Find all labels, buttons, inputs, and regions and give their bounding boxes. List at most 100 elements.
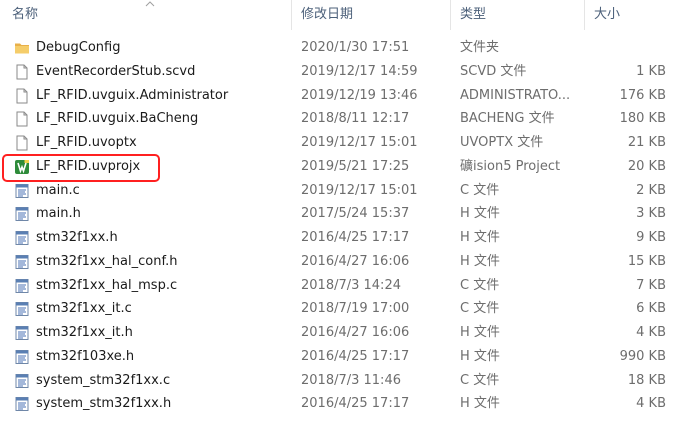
file-modified-date: 2018/7/3 11:46 xyxy=(301,372,401,388)
column-header-type[interactable]: 类型 xyxy=(460,0,486,30)
file-name: stm32f1xx_it.c xyxy=(36,301,132,317)
file-modified-date: 2018/8/11 12:17 xyxy=(301,111,410,127)
file-modified-date: 2019/12/17 14:59 xyxy=(301,63,418,79)
file-row[interactable]: system_stm32f1xx.c 2018/7/3 11:46 C 文件 18 K… xyxy=(0,369,689,393)
file-type: BACHENG 文件 xyxy=(460,111,555,127)
file-name: main.h xyxy=(36,206,81,222)
source-file-icon xyxy=(14,301,30,317)
file-size: 1 KB xyxy=(636,63,666,79)
file-icon xyxy=(14,64,30,80)
source-file-icon xyxy=(14,278,30,294)
file-name: LF_RFID.uvguix.BaCheng xyxy=(36,111,199,127)
file-row[interactable]: system_stm32f1xx.h 2016/4/25 17:17 H 文件 4 K… xyxy=(0,392,689,416)
file-type: 礦ision5 Project xyxy=(460,158,561,174)
column-header-name[interactable]: 名称 xyxy=(12,0,38,30)
file-name: system_stm32f1xx.h xyxy=(36,396,172,412)
file-name: main.c xyxy=(36,182,80,198)
file-name: stm32f1xx_it.h xyxy=(36,325,133,340)
file-type: SCVD 文件 xyxy=(460,63,527,79)
file-size: 9 KB xyxy=(636,230,666,245)
file-name: stm32f1xx_hal_msp.c xyxy=(36,277,178,293)
file-row[interactable]: stm32f1xx_hal_msp.c 2018/7/3 14:24 C 文件 7 K… xyxy=(0,274,689,298)
column-header-size[interactable]: 大小 xyxy=(594,0,620,30)
file-modified-date: 2020/1/30 17:51 xyxy=(301,40,410,55)
file-type: H 文件 xyxy=(460,253,500,269)
file-modified-date: 2019/12/17 15:01 xyxy=(301,135,418,150)
file-row[interactable]: stm32f1xx_it.c 2018/7/19 17:00 C 文件 6 KB xyxy=(0,297,689,321)
file-name: stm32f1xx.h xyxy=(36,230,118,245)
file-modified-date: 2018/7/19 17:00 xyxy=(301,301,410,317)
file-row[interactable]: stm32f1xx_it.h 2016/4/27 16:06 H 文件 4 KB xyxy=(0,321,689,345)
sort-ascending-icon xyxy=(145,1,155,7)
file-icon xyxy=(14,88,30,104)
keil-project-icon xyxy=(14,159,30,175)
file-type: H 文件 xyxy=(460,206,500,222)
file-size: 20 KB xyxy=(627,158,666,174)
source-file-icon xyxy=(14,325,30,341)
source-file-icon xyxy=(14,396,30,412)
file-type: H 文件 xyxy=(460,348,500,364)
source-file-icon xyxy=(14,349,30,365)
file-modified-date: 2016/4/27 16:06 xyxy=(301,325,410,340)
file-row[interactable]: LF_RFID.uvoptx 2019/12/17 15:01 UVOPTX 文件 2… xyxy=(0,131,689,155)
file-size: 176 KB xyxy=(619,87,666,103)
column-divider[interactable] xyxy=(291,0,292,30)
column-header-bar: 名称 修改日期 类型 大小 xyxy=(0,0,689,30)
file-size: 3 KB xyxy=(636,206,666,222)
source-file-icon xyxy=(14,254,30,270)
column-divider[interactable] xyxy=(584,0,585,30)
file-name: stm32f103xe.h xyxy=(36,348,135,364)
column-divider[interactable] xyxy=(450,0,451,30)
file-name: LF_RFID.uvguix.Administrator xyxy=(36,87,229,103)
file-icon xyxy=(14,111,30,127)
file-size: 180 KB xyxy=(619,111,666,127)
file-row[interactable]: LF_RFID.uvguix.BaCheng 2018/8/11 12:17 BAC… xyxy=(0,107,689,131)
file-size: 6 KB xyxy=(636,301,666,317)
file-type: 文件夹 xyxy=(460,40,500,55)
file-type: H 文件 xyxy=(460,396,500,412)
source-file-icon xyxy=(14,230,30,246)
file-row[interactable]: main.c 2019/12/17 15:01 C 文件 2 KB xyxy=(0,179,689,203)
file-type: C 文件 xyxy=(460,182,500,198)
file-size: 7 KB xyxy=(636,277,666,293)
file-type: C 文件 xyxy=(460,277,500,293)
file-size: 4 KB xyxy=(636,396,666,412)
file-modified-date: 2016/4/25 17:17 xyxy=(301,348,410,364)
file-size: 2 KB xyxy=(636,182,666,198)
file-size xyxy=(592,36,666,60)
source-file-icon xyxy=(14,206,30,222)
file-row[interactable]: stm32f1xx_hal_conf.h 2016/4/27 16:06 H 文件 1… xyxy=(0,250,689,274)
file-modified-date: 2017/5/24 15:37 xyxy=(301,206,410,222)
file-name: DebugConfig xyxy=(36,40,121,55)
file-size: 18 KB xyxy=(627,372,666,388)
file-row[interactable]: LF_RFID.uvguix.Administrator 2019/12/19 1… xyxy=(0,84,689,108)
source-file-icon xyxy=(14,183,30,199)
file-row[interactable]: stm32f1xx.h 2016/4/25 17:17 H 文件 9 KB xyxy=(0,226,689,250)
file-modified-date: 2016/4/27 16:06 xyxy=(301,253,410,269)
file-modified-date: 2018/7/3 14:24 xyxy=(301,277,401,293)
file-modified-date: 2019/12/17 15:01 xyxy=(301,182,418,198)
file-type: H 文件 xyxy=(460,230,500,245)
file-size: 4 KB xyxy=(636,325,666,340)
file-modified-date: 2019/12/19 13:46 xyxy=(301,87,418,103)
file-row[interactable]: LF_RFID.uvprojx 2019/5/21 17:25 礦ision5 Pr… xyxy=(0,155,689,179)
file-type: H 文件 xyxy=(460,325,500,340)
file-row[interactable]: EventRecorderStub.scvd 2019/12/17 14:59 SC… xyxy=(0,60,689,84)
file-modified-date: 2019/5/21 17:25 xyxy=(301,158,410,174)
file-name: stm32f1xx_hal_conf.h xyxy=(36,253,178,269)
file-icon xyxy=(14,135,30,151)
file-type: UVOPTX 文件 xyxy=(460,135,544,150)
file-row[interactable]: main.h 2017/5/24 15:37 H 文件 3 KB xyxy=(0,202,689,226)
file-modified-date: 2016/4/25 17:17 xyxy=(301,230,410,245)
file-row[interactable]: stm32f103xe.h 2016/4/25 17:17 H 文件 990 KB xyxy=(0,345,689,369)
file-name: LF_RFID.uvprojx xyxy=(36,158,141,174)
file-type: ADMINISTRATO... xyxy=(460,87,571,103)
column-header-date[interactable]: 修改日期 xyxy=(301,0,353,30)
file-name: system_stm32f1xx.c xyxy=(36,372,171,388)
folder-icon xyxy=(14,40,30,56)
file-row[interactable]: DebugConfig 2020/1/30 17:51 文件夹 xyxy=(0,36,689,60)
file-size: 990 KB xyxy=(619,348,666,364)
file-rows: DebugConfig 2020/1/30 17:51 文件夹 EventRecord… xyxy=(0,36,689,416)
source-file-icon xyxy=(14,373,30,389)
file-name: EventRecorderStub.scvd xyxy=(36,63,196,79)
